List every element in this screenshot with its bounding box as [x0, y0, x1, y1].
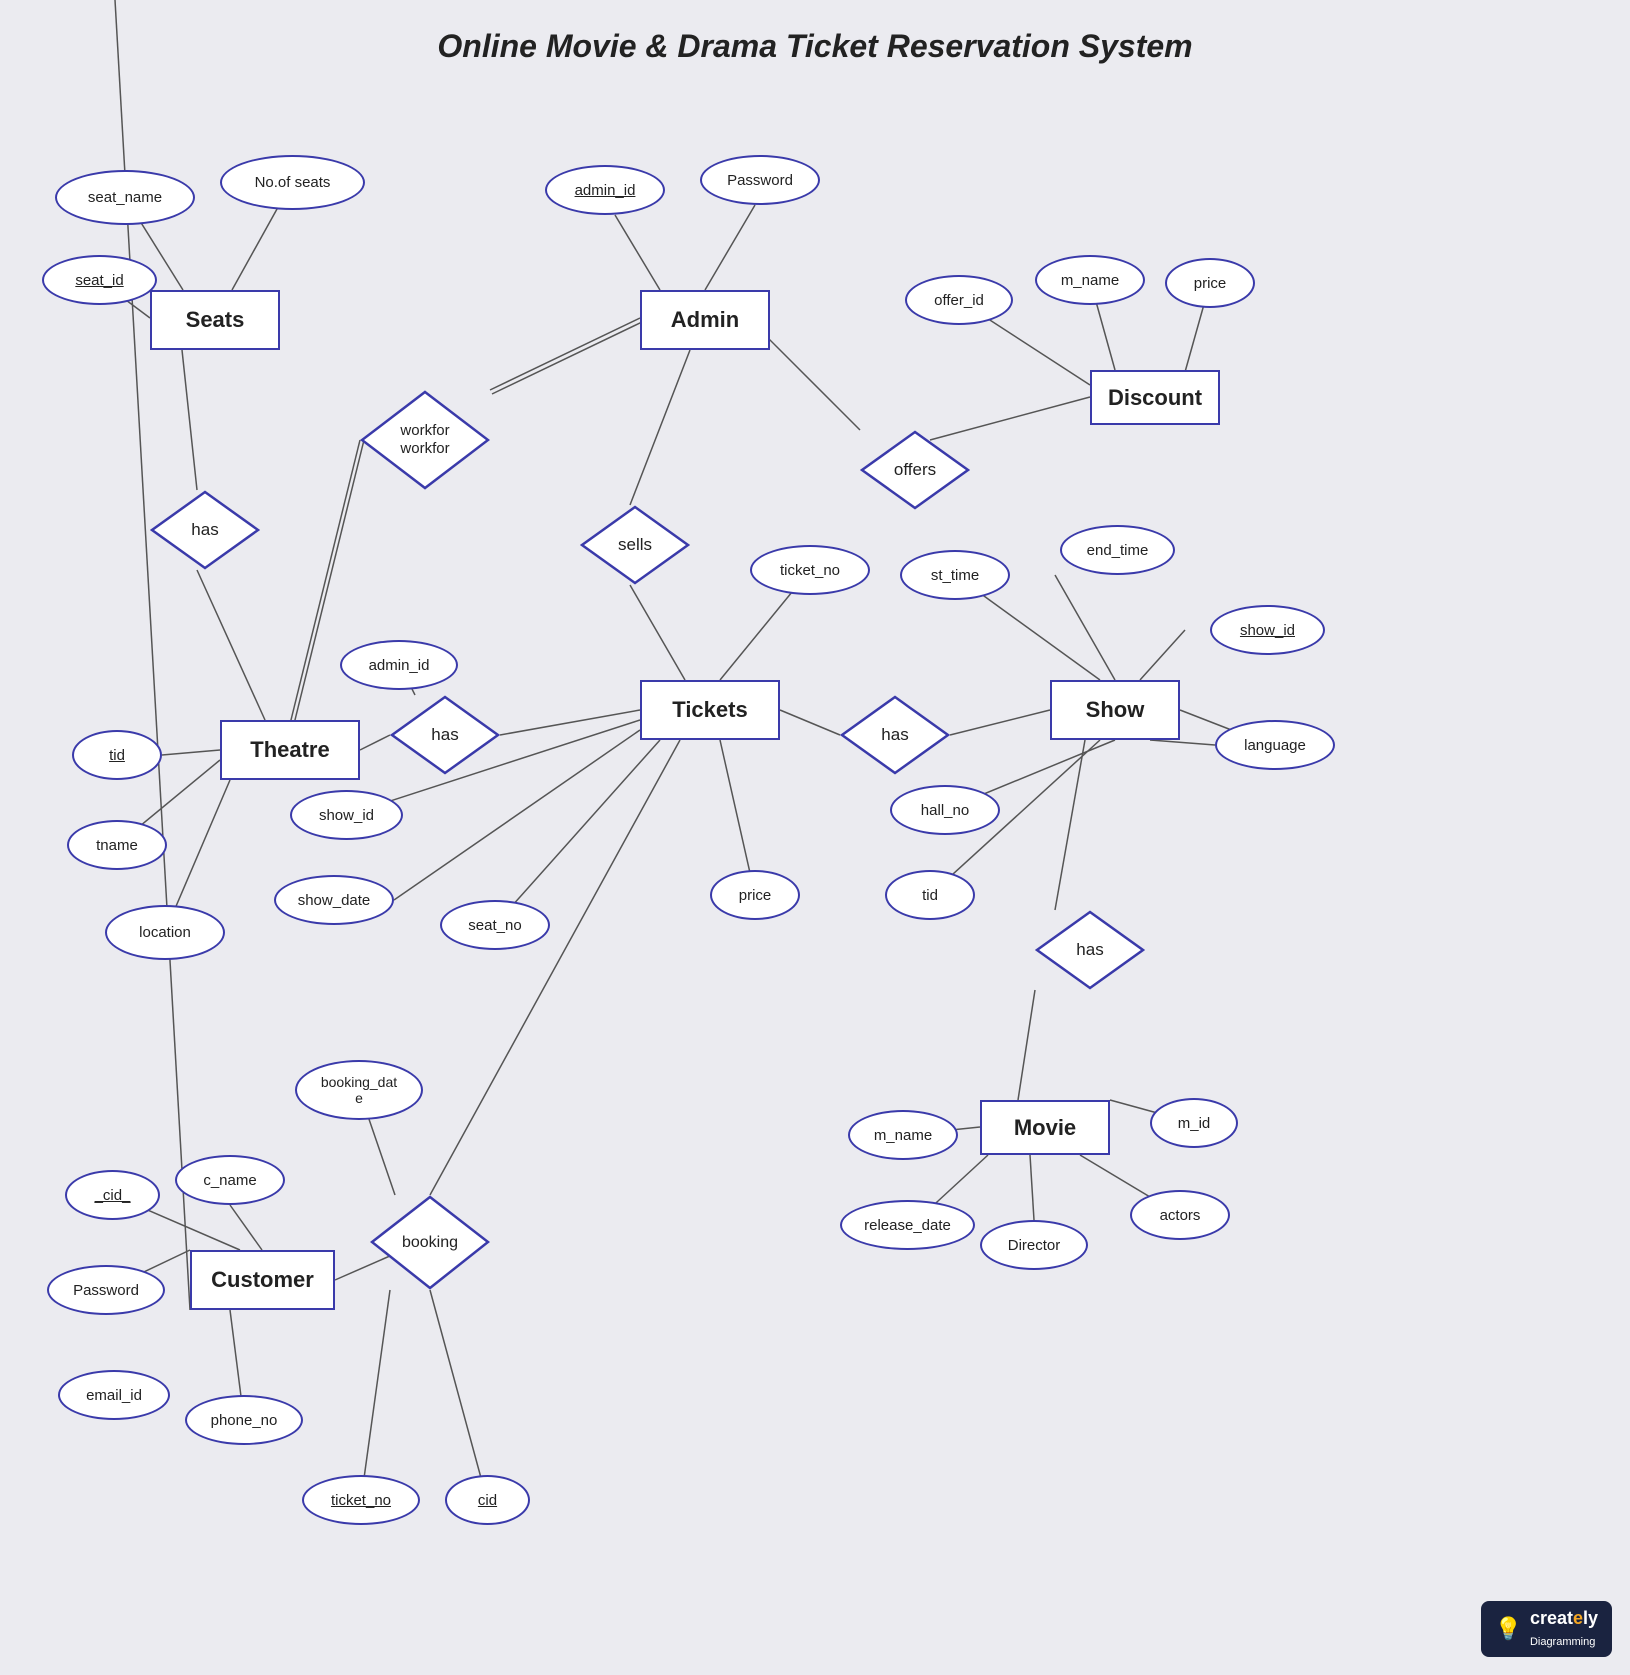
- rel-sells: sells: [580, 505, 690, 585]
- attr-show-date: show_date: [274, 875, 394, 925]
- entity-admin: Admin: [640, 290, 770, 350]
- attr-show-id-show: show_id: [1210, 605, 1325, 655]
- rel-offers: offers: [860, 430, 970, 510]
- entity-theatre: Theatre: [220, 720, 360, 780]
- attr-st-time: st_time: [900, 550, 1010, 600]
- attr-m-name-movie: m_name: [848, 1110, 958, 1160]
- attr-seat-no: seat_no: [440, 900, 550, 950]
- attr-actors: actors: [1130, 1190, 1230, 1240]
- attr-cid: _cid_: [65, 1170, 160, 1220]
- page-title: Online Movie & Drama Ticket Reservation …: [0, 28, 1630, 65]
- attr-password-cust: Password: [47, 1265, 165, 1315]
- attr-release-date: release_date: [840, 1200, 975, 1250]
- attr-booking-date: booking_date: [295, 1060, 423, 1120]
- attr-tname: tname: [67, 820, 167, 870]
- attr-seat-id: seat_id: [42, 255, 157, 305]
- rel-booking: booking: [370, 1195, 490, 1290]
- attr-price-disc: price: [1165, 258, 1255, 308]
- attr-admin-id-top: admin_id: [545, 165, 665, 215]
- attr-end-time: end_time: [1060, 525, 1175, 575]
- attr-email-id: email_id: [58, 1370, 170, 1420]
- attr-director: Director: [980, 1220, 1088, 1270]
- entity-customer: Customer: [190, 1250, 335, 1310]
- attr-phone-no: phone_no: [185, 1395, 303, 1445]
- attr-cid-booking: cid: [445, 1475, 530, 1525]
- attr-location: location: [105, 905, 225, 960]
- rel-has-theatre-tickets: has: [390, 695, 500, 775]
- attr-m-id: m_id: [1150, 1098, 1238, 1148]
- attr-password-admin: Password: [700, 155, 820, 205]
- watermark-text: createlyDiagramming: [1530, 1608, 1598, 1650]
- rel-has-seats-theatre: has: [150, 490, 260, 570]
- attr-seat-name: seat_name: [55, 170, 195, 225]
- rel-workfor: workforworkfor: [360, 390, 490, 490]
- creately-watermark: 💡 createlyDiagramming: [1481, 1601, 1612, 1657]
- attr-admin-id-rel: admin_id: [340, 640, 458, 690]
- attr-offer-id: offer_id: [905, 275, 1013, 325]
- entity-discount: Discount: [1090, 370, 1220, 425]
- rel-has-tickets-show: has: [840, 695, 950, 775]
- attr-c-name: c_name: [175, 1155, 285, 1205]
- entity-seats: Seats: [150, 290, 280, 350]
- attr-no-of-seats: No.of seats: [220, 155, 365, 210]
- entity-movie: Movie: [980, 1100, 1110, 1155]
- rel-has-show-movie: has: [1035, 910, 1145, 990]
- attr-show-id-ticket: show_id: [290, 790, 403, 840]
- attr-hall-no: hall_no: [890, 785, 1000, 835]
- attr-ticket-no-booking: ticket_no: [302, 1475, 420, 1525]
- attr-price-ticket: price: [710, 870, 800, 920]
- attr-m-name-disc: m_name: [1035, 255, 1145, 305]
- attr-ticket-no-top: ticket_no: [750, 545, 870, 595]
- entity-tickets: Tickets: [640, 680, 780, 740]
- entity-show: Show: [1050, 680, 1180, 740]
- bulb-icon: 💡: [1495, 1616, 1522, 1642]
- attr-tid-show: tid: [885, 870, 975, 920]
- attr-tid-theatre: tid: [72, 730, 162, 780]
- attr-language: language: [1215, 720, 1335, 770]
